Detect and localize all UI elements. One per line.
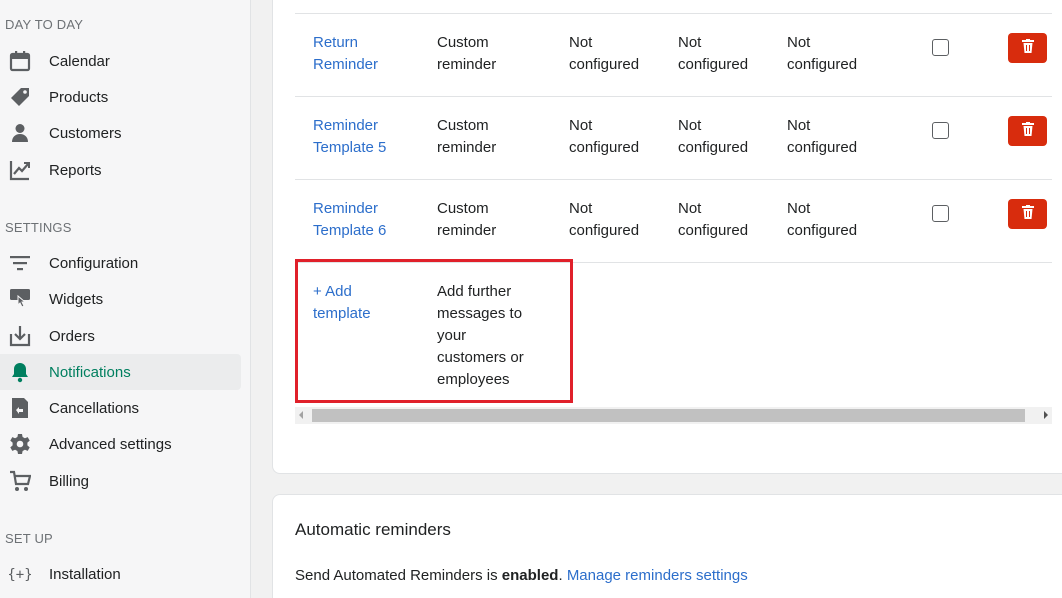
section-set-up: SET UP — [5, 531, 53, 546]
sidebar-item-reports[interactable]: Reports — [0, 152, 241, 188]
automatic-reminders-title: Automatic reminders — [295, 520, 451, 539]
widget-icon — [9, 288, 31, 310]
sidebar-item-advanced-settings[interactable]: Advanced settings — [0, 426, 241, 462]
sidebar-item-orders[interactable]: Orders — [0, 318, 241, 354]
return-icon — [9, 397, 31, 419]
scrollbar-thumb[interactable] — [312, 409, 1025, 422]
row-checkbox[interactable] — [932, 205, 949, 222]
sidebar-item-calendar[interactable]: Calendar — [0, 43, 241, 79]
sidebar-item-products[interactable]: Products — [0, 79, 241, 115]
status-enabled: enabled — [501, 567, 559, 584]
code-icon: {+} — [9, 563, 31, 585]
sidebar-item-cancellations[interactable]: Cancellations — [0, 390, 241, 426]
sidebar-item-label: Calendar — [49, 52, 110, 70]
status-cell: Not configured — [569, 117, 640, 156]
svg-text:{+}: {+} — [9, 567, 31, 583]
status-cell: Not configured — [678, 34, 749, 73]
download-icon — [9, 325, 31, 347]
delete-button[interactable] — [1008, 33, 1047, 63]
status-cell: Not configured — [569, 34, 640, 73]
sidebar-item-label: Configuration — [49, 254, 139, 272]
sidebar-item-billing[interactable]: Billing — [0, 463, 241, 499]
sidebar-item-label: Products — [49, 88, 109, 106]
table-row: Reminder Template 6 Custom reminder Not con… — [295, 179, 1052, 262]
sidebar-item-label: Cancellations — [49, 399, 140, 417]
table-row: Return Reminder Custom reminder Not configu… — [295, 13, 1052, 96]
status-cell: Not configured — [678, 200, 749, 239]
manage-reminders-link[interactable]: Manage reminders settings — [567, 567, 748, 584]
calendar-icon — [9, 50, 31, 72]
sidebar-item-configuration[interactable]: Configuration — [0, 245, 241, 281]
trash-icon — [1021, 38, 1034, 58]
sidebar-item-notifications[interactable]: Notifications — [0, 354, 241, 390]
filter-icon — [9, 252, 31, 274]
section-day-to-day: DAY TO DAY — [5, 17, 84, 32]
template-name-link[interactable]: Reminder Template 6 — [313, 198, 386, 242]
status-cell: Not configured — [787, 200, 858, 239]
gear-icon — [9, 433, 31, 455]
status-cell: Not configured — [569, 200, 640, 239]
sidebar: DAY TO DAY Calendar Products Customers R… — [0, 0, 251, 598]
bell-icon — [9, 361, 31, 383]
delete-button[interactable] — [1008, 116, 1047, 146]
highlight-box — [295, 259, 573, 403]
template-type: Custom reminder — [437, 34, 497, 73]
person-icon — [9, 122, 31, 144]
status-cell: Not configured — [678, 117, 749, 156]
template-name-link[interactable]: Reminder Template 5 — [313, 115, 386, 159]
sidebar-item-label: Orders — [49, 327, 95, 345]
section-settings: SETTINGS — [5, 220, 72, 235]
sidebar-item-customers[interactable]: Customers — [0, 115, 241, 151]
sidebar-item-widgets[interactable]: Widgets — [0, 281, 241, 317]
status-cell: Not configured — [787, 117, 858, 156]
sidebar-item-installation[interactable]: {+} Installation — [0, 556, 241, 592]
sidebar-item-label: Notifications — [49, 363, 131, 381]
row-checkbox[interactable] — [932, 122, 949, 139]
sidebar-item-label: Billing — [49, 472, 90, 490]
scroll-left-icon[interactable] — [299, 411, 303, 419]
template-name-link[interactable]: Return Reminder — [313, 32, 378, 76]
trash-icon — [1021, 121, 1034, 141]
delete-button[interactable] — [1008, 199, 1047, 229]
template-type: Custom reminder — [437, 117, 497, 156]
sidebar-item-label: Widgets — [49, 290, 104, 308]
horizontal-scrollbar[interactable] — [295, 407, 1052, 424]
table-row: Reminder Template 5 Custom reminder Not con… — [295, 96, 1052, 179]
tag-icon — [9, 86, 31, 108]
sidebar-item-label: Installation — [49, 565, 121, 583]
sidebar-item-label: Customers — [49, 124, 122, 142]
row-checkbox[interactable] — [932, 39, 949, 56]
sidebar-item-label: Reports — [49, 161, 102, 179]
chart-icon — [9, 159, 31, 181]
sidebar-item-label: Advanced settings — [49, 435, 172, 453]
trash-icon — [1021, 204, 1034, 224]
cart-icon — [9, 470, 31, 492]
scroll-right-icon[interactable] — [1044, 411, 1048, 419]
template-type: Custom reminder — [437, 200, 497, 239]
automatic-reminders-status: Send Automated Reminders is enabled. Man… — [295, 567, 748, 584]
status-cell: Not configured — [787, 34, 858, 73]
